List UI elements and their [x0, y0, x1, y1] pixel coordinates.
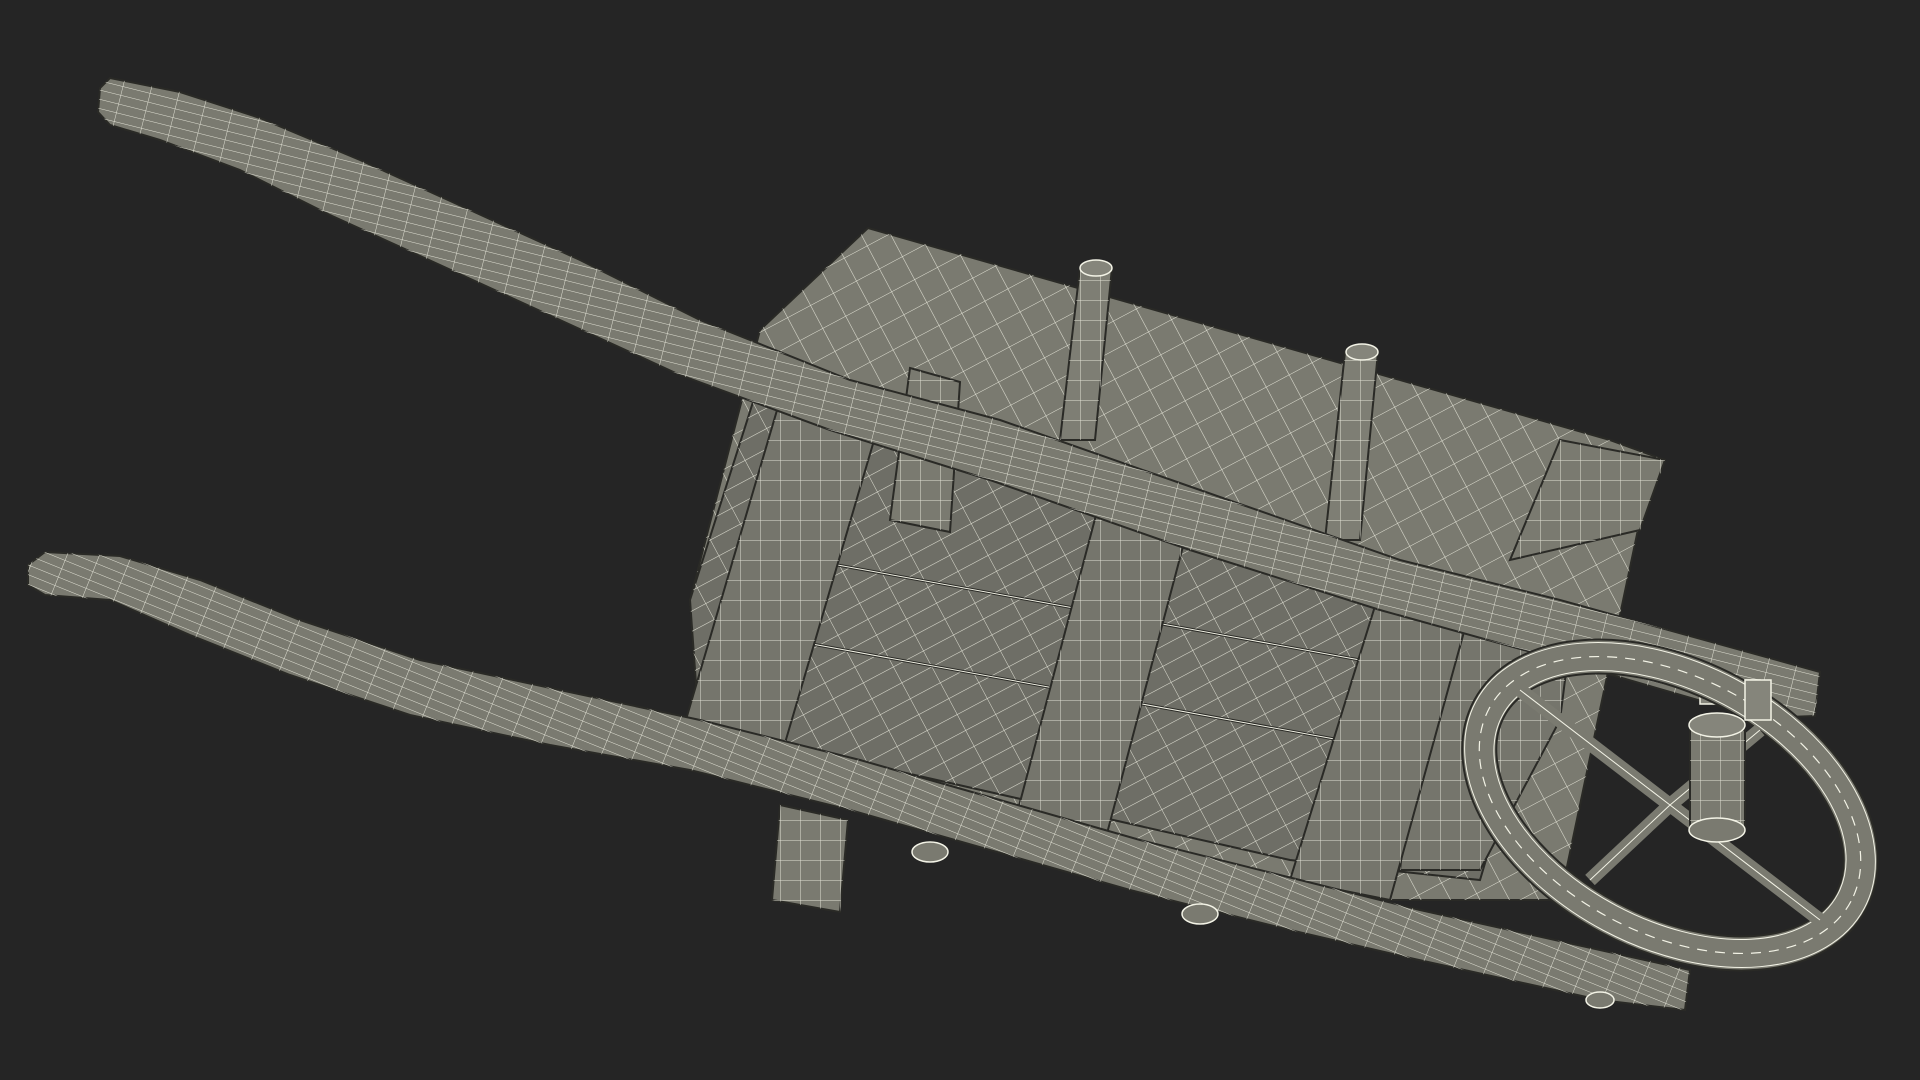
wheelbarrow-wireframe-render — [27, 76, 1879, 1012]
leg-foot — [770, 803, 850, 914]
axle-cap — [1744, 679, 1772, 721]
wheel-hub — [1688, 712, 1746, 843]
render-viewport — [0, 0, 1920, 1080]
